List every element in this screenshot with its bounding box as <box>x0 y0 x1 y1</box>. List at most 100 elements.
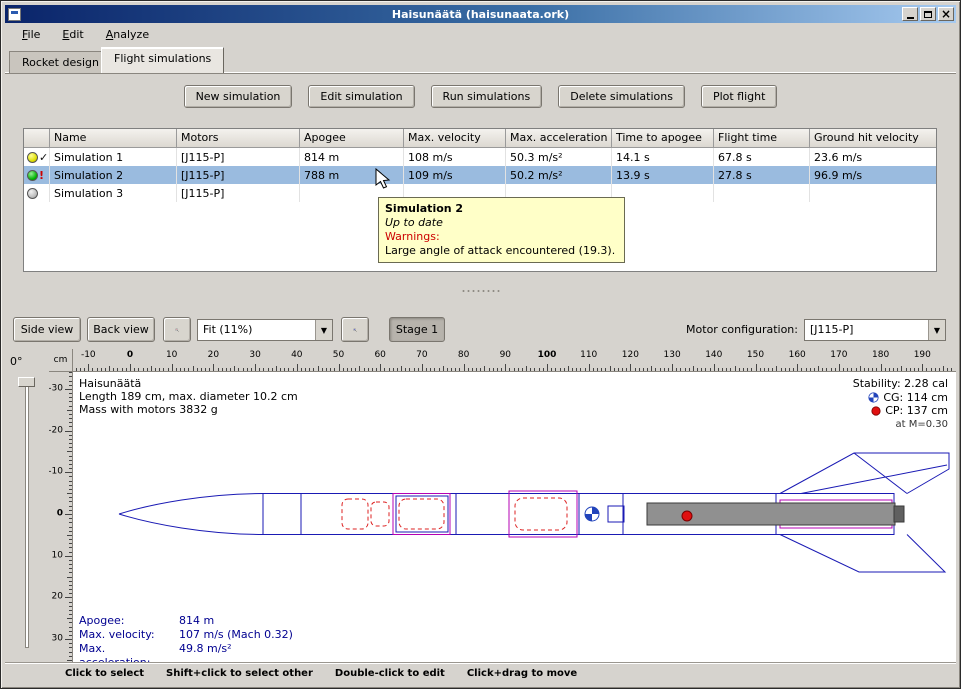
run-simulations-button[interactable]: Run simulations <box>431 85 543 108</box>
table-cell[interactable]: [J115-P] <box>177 166 300 184</box>
table-cell[interactable]: 13.9 s <box>612 166 714 184</box>
tooltip-warnings-label: Warnings: <box>385 230 618 244</box>
rotation-slider-handle[interactable] <box>18 377 35 387</box>
column-header[interactable]: Name <box>50 129 177 148</box>
status-hint: Shift+click to select other <box>166 668 313 679</box>
column-header[interactable]: Max. velocity <box>404 129 506 148</box>
plot-flight-button[interactable]: Plot flight <box>701 85 777 108</box>
minimize-button[interactable] <box>902 7 918 21</box>
tooltip-warning-text: Large angle of attack encountered (19.3)… <box>385 244 618 258</box>
simulation-tooltip: Simulation 2 Up to date Warnings: Large … <box>378 197 625 263</box>
cp-icon <box>871 406 881 416</box>
rocket-dimensions: Length 189 cm, max. diameter 10.2 cm <box>79 390 298 403</box>
tab-flight-simulations[interactable]: Flight simulations <box>101 47 224 73</box>
titlebar: Haisunäätä (haisunaata.ork) × <box>5 5 956 23</box>
table-cell[interactable]: 50.3 m/s² <box>506 148 612 166</box>
new-simulation-button[interactable]: New simulation <box>184 85 293 108</box>
table-cell[interactable]: 27.8 s <box>714 166 810 184</box>
flight-stat-label: Apogee: <box>79 614 179 628</box>
motor-configuration-value: [J115-P] <box>805 320 928 340</box>
rotation-slider-track[interactable] <box>25 381 29 648</box>
cp-marker <box>682 511 692 521</box>
zoom-in-button[interactable] <box>341 317 369 342</box>
rocket-canvas[interactable]: Haisunäätä Length 189 cm, max. diameter … <box>73 372 956 662</box>
column-header[interactable]: Apogee <box>300 129 404 148</box>
rotation-control: 0° <box>5 349 49 662</box>
table-row[interactable]: ✓Simulation 1[J115-P]814 m108 m/s50.3 m/… <box>24 148 936 166</box>
edit-simulation-button[interactable]: Edit simulation <box>308 85 414 108</box>
column-header[interactable]: Ground hit velocity <box>810 129 937 148</box>
tooltip-status: Up to date <box>385 216 618 230</box>
table-cell[interactable]: 96.9 m/s <box>810 166 937 184</box>
zoom-in-icon <box>353 322 357 338</box>
status-cell <box>24 184 50 202</box>
ruler-unit: cm <box>49 349 73 372</box>
check-icon: ✓ <box>39 152 48 163</box>
menu-edit[interactable]: Edit <box>53 26 92 43</box>
app-icon[interactable] <box>8 8 21 21</box>
chevron-down-icon[interactable]: ▼ <box>315 320 332 340</box>
rotation-value: 0° <box>10 355 23 368</box>
table-cell[interactable]: 50.2 m/s² <box>506 166 612 184</box>
table-cell[interactable]: Simulation 1 <box>50 148 177 166</box>
flight-stat-label: Max. velocity: <box>79 628 179 642</box>
motor-configuration-select[interactable]: [J115-P] ▼ <box>804 319 946 341</box>
table-row[interactable]: !Simulation 2[J115-P]788 m109 m/s50.2 m/… <box>24 166 936 184</box>
delete-simulations-button[interactable]: Delete simulations <box>558 85 685 108</box>
stability-info: Stability: 2.28 cal CG: 114 cm CP: 137 c… <box>853 377 948 431</box>
horizontal-ruler: -100102030405060708090100110120130140150… <box>73 349 956 372</box>
flight-stat-label: Max. acceleration: <box>79 642 179 662</box>
rocket-info: Haisunäätä Length 189 cm, max. diameter … <box>79 377 298 416</box>
cg-icon <box>868 392 879 403</box>
column-header[interactable]: Time to apogee <box>612 129 714 148</box>
table-cell[interactable] <box>714 184 810 202</box>
mach-condition: at M=0.30 <box>853 418 948 432</box>
table-cell[interactable]: 23.6 m/s <box>810 148 937 166</box>
column-header[interactable]: Max. acceleration <box>506 129 612 148</box>
simulation-actions: New simulation Edit simulation Run simul… <box>1 85 960 108</box>
tooltip-title: Simulation 2 <box>385 202 618 216</box>
status-cell: ! <box>24 166 50 184</box>
status-hint: Double-click to edit <box>335 668 445 679</box>
table-cell[interactable]: [J115-P] <box>177 148 300 166</box>
menu-file[interactable]: File <box>13 26 49 43</box>
table-cell[interactable]: 14.1 s <box>612 148 714 166</box>
table-cell[interactable]: 67.8 s <box>714 148 810 166</box>
column-header[interactable]: Motors <box>177 129 300 148</box>
window-title: Haisunäätä (haisunaata.ork) <box>5 8 956 21</box>
vertical-ruler: -30-20-100102030 <box>49 372 73 662</box>
tab-strip: Rocket design Flight simulations <box>5 46 956 73</box>
table-cell[interactable]: 108 m/s <box>404 148 506 166</box>
stage-1-toggle[interactable]: Stage 1 <box>389 317 445 342</box>
menubar: FileEdit Analyze <box>5 24 956 45</box>
table-cell[interactable]: 109 m/s <box>404 166 506 184</box>
status-bar: Click to select Shift+click to select oth… <box>5 662 956 684</box>
rocket-name: Haisunäätä <box>79 377 298 390</box>
zoom-select[interactable]: Fit (11%) ▼ <box>197 319 333 341</box>
chevron-down-icon[interactable]: ▼ <box>928 320 945 340</box>
status-hint: Click to select <box>65 668 144 679</box>
table-cell[interactable]: Simulation 2 <box>50 166 177 184</box>
close-button[interactable]: × <box>938 7 954 21</box>
tab-rocket-design[interactable]: Rocket design <box>9 51 112 73</box>
motor-configuration-label: Motor configuration: <box>686 323 798 336</box>
maximize-button[interactable] <box>920 7 936 21</box>
splitpane-divider[interactable] <box>462 290 499 292</box>
back-view-button[interactable]: Back view <box>87 317 155 342</box>
zoom-select-value: Fit (11%) <box>198 320 315 340</box>
status-hint: Click+drag to move <box>467 668 577 679</box>
column-header[interactable] <box>24 129 50 148</box>
table-cell[interactable] <box>810 184 937 202</box>
table-cell[interactable]: 814 m <box>300 148 404 166</box>
side-view-button[interactable]: Side view <box>13 317 81 342</box>
warning-icon: ! <box>39 170 44 181</box>
table-cell[interactable]: [J115-P] <box>177 184 300 202</box>
minimize-icon <box>907 17 914 19</box>
maximize-icon <box>924 11 932 18</box>
table-cell[interactable] <box>612 184 714 202</box>
table-cell[interactable]: Simulation 3 <box>50 184 177 202</box>
menu-analyze[interactable]: Analyze <box>97 26 158 43</box>
column-header[interactable]: Flight time <box>714 129 810 148</box>
status-ok-icon <box>27 152 38 163</box>
zoom-out-button[interactable] <box>163 317 191 342</box>
